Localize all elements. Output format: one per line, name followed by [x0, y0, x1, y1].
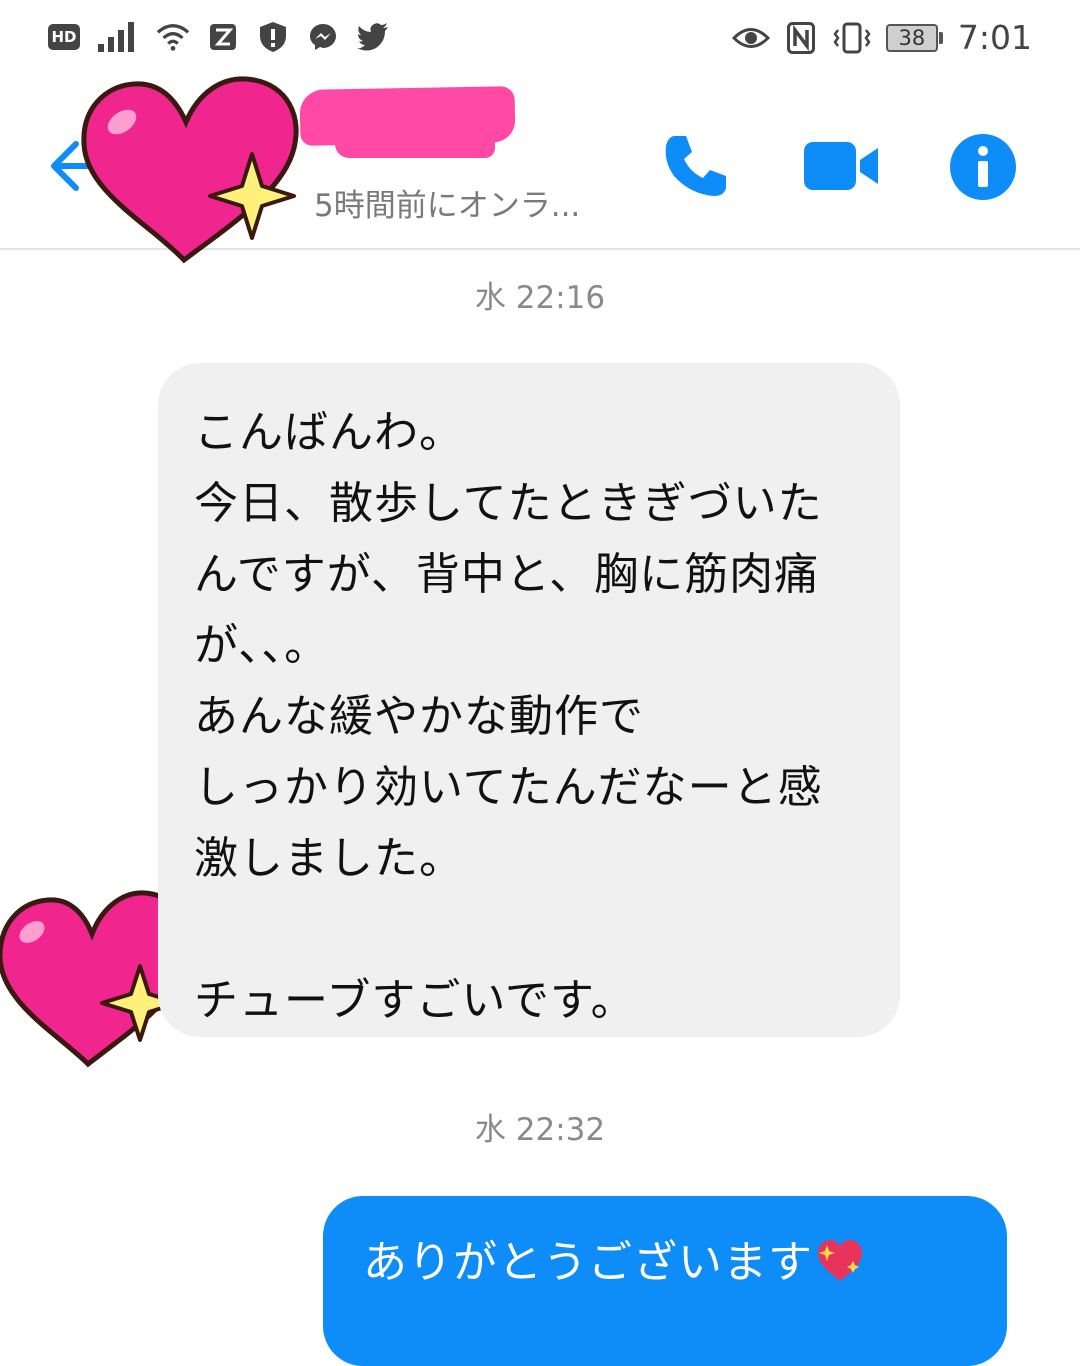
twitter-icon: [356, 20, 390, 54]
name-redaction: [299, 86, 516, 146]
shield-icon: [256, 20, 290, 54]
clock: 7:01: [957, 18, 1032, 57]
eye-icon: [731, 21, 770, 55]
hd-badge: HD: [48, 24, 80, 50]
call-button[interactable]: [660, 130, 732, 202]
message-timestamp: 水 22:16: [474, 280, 606, 316]
battery-icon: 38: [885, 23, 943, 52]
name-redaction-tail: [335, 140, 495, 158]
heart-sticker-icon: [81, 76, 299, 264]
nfc-icon: [784, 21, 818, 55]
status-right-icons: 38 7:01: [731, 18, 1032, 57]
incoming-message-bubble[interactable]: こんばんわ。 今日、散歩してたときぎづいた んですが、背中と、胸に筋肉痛 が、、…: [158, 363, 900, 1037]
outgoing-message-bubble[interactable]: ありがとうございます: [323, 1196, 1007, 1366]
wifi-icon: [156, 20, 190, 54]
phone-icon: [665, 136, 726, 196]
video-icon: [804, 142, 878, 190]
signal-icon: [96, 20, 140, 54]
message-timestamp: 水 22:32: [474, 1112, 606, 1148]
contact-status: 5時間前にオンラ...: [314, 188, 581, 224]
video-call-button[interactable]: [800, 134, 882, 198]
vibrate-icon: [832, 21, 872, 55]
app-icon: [206, 20, 240, 54]
status-bar: HD 38 7:01: [0, 0, 1080, 82]
messenger-icon: [306, 20, 340, 54]
info-button[interactable]: [948, 132, 1018, 202]
sparkling-heart-icon: [818, 1240, 862, 1281]
info-icon: [950, 134, 1016, 200]
incoming-message-text: こんばんわ。 今日、散歩してたときぎづいた んですが、背中と、胸に筋肉痛 が、、…: [194, 407, 823, 1026]
status-left-icons: HD: [48, 20, 390, 54]
outgoing-message-text: ありがとうございます: [363, 1237, 813, 1288]
